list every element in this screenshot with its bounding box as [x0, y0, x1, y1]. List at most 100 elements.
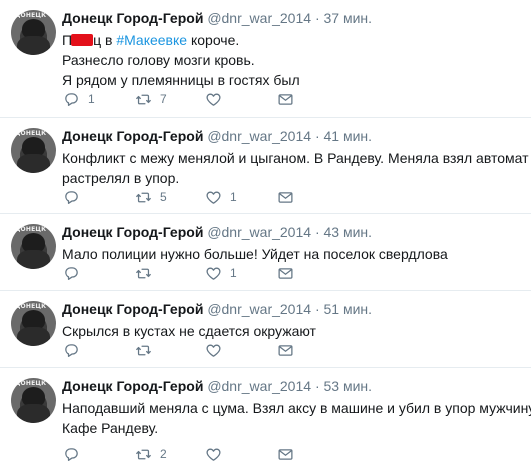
tweet-header: Донецк Город-Герой @dnr_war_2014 · 43 ми… — [62, 224, 372, 240]
author-name[interactable]: Донецк Город-Герой — [62, 301, 203, 317]
tweet-header: Донецк Город-Герой @dnr_war_2014 · 37 ми… — [62, 10, 372, 26]
avatar[interactable]: ДОНЕЦК — [11, 378, 56, 423]
tweet[interactable]: ДОНЕЦК Донецк Город-Герой @dnr_war_2014 … — [0, 291, 531, 368]
retweet-icon — [136, 268, 151, 278]
retweet-icon — [136, 449, 151, 459]
tweet-actions: 2 — [63, 446, 349, 462]
tweet-actions: 1 — [63, 265, 349, 281]
reply-icon — [65, 266, 78, 280]
author-handle[interactable]: @dnr_war_2014 — [207, 10, 311, 26]
reply-button[interactable] — [63, 342, 135, 358]
envelope-icon — [278, 344, 293, 356]
tweet-text: Наподавший меняла с цума. Взял аксу в ма… — [62, 398, 531, 438]
retweet-button[interactable] — [135, 265, 205, 281]
avatar-label: ДОНЕЦК — [15, 303, 47, 310]
tweet[interactable]: ДОНЕЦК Донецк Город-Герой @dnr_war_2014 … — [0, 118, 531, 214]
tweet-timestamp[interactable]: 41 мин. — [324, 128, 373, 144]
text-line: Конфликт с межу менялой и цыганом. В Ран… — [62, 150, 531, 166]
retweet-icon — [136, 345, 151, 355]
heart-icon — [206, 448, 221, 461]
like-button[interactable]: 1 — [205, 265, 277, 281]
reply-icon — [65, 343, 78, 357]
reply-button[interactable] — [63, 189, 135, 205]
retweet-button[interactable] — [135, 342, 205, 358]
reply-icon — [65, 190, 78, 204]
retweet-icon — [136, 192, 151, 202]
dm-button[interactable] — [277, 189, 349, 205]
retweet-count: 5 — [160, 190, 167, 204]
separator-dot: · — [314, 128, 320, 144]
text-fragment: короче. — [187, 32, 240, 48]
tweet-actions: 5 1 — [63, 189, 349, 205]
heart-icon — [206, 191, 221, 204]
redaction-mark — [71, 34, 94, 46]
text-line: Наподавший меняла с цума. Взял аксу в ма… — [62, 400, 531, 416]
tweet-timestamp[interactable]: 53 мин. — [324, 378, 373, 394]
envelope-icon — [278, 448, 293, 460]
retweet-count: 7 — [160, 92, 167, 106]
avatar-label: ДОНЕЦК — [15, 226, 47, 233]
avatar[interactable]: ДОНЕЦК — [11, 128, 56, 173]
text-line: Мало полиции нужно больше! Уйдет на посе… — [62, 246, 448, 262]
retweet-count: 2 — [160, 447, 167, 461]
tweet-text: Скрылся в кустах не сдается окружают — [62, 321, 522, 341]
envelope-icon — [278, 93, 293, 105]
tweet-actions: 1 7 — [63, 91, 349, 107]
avatar[interactable]: ДОНЕЦК — [11, 10, 56, 55]
author-name[interactable]: Донецк Город-Герой — [62, 224, 203, 240]
author-handle[interactable]: @dnr_war_2014 — [207, 224, 311, 240]
heart-icon — [206, 93, 221, 106]
separator-dot: · — [314, 378, 320, 394]
author-name[interactable]: Донецк Город-Герой — [62, 10, 203, 26]
retweet-button[interactable]: 5 — [135, 189, 205, 205]
tweet-header: Донецк Город-Герой @dnr_war_2014 · 53 ми… — [62, 378, 372, 394]
hashtag-link[interactable]: #Макеевке — [116, 32, 187, 48]
separator-dot: · — [314, 10, 320, 26]
heart-icon — [206, 344, 221, 357]
reply-button[interactable] — [63, 265, 135, 281]
author-handle[interactable]: @dnr_war_2014 — [207, 128, 311, 144]
tweet-timestamp[interactable]: 51 мин. — [324, 301, 373, 317]
retweet-button[interactable]: 7 — [135, 91, 205, 107]
avatar[interactable]: ДОНЕЦК — [11, 301, 56, 346]
tweet-text: Конфликт с межу менялой и цыганом. В Ран… — [62, 148, 531, 188]
like-button[interactable] — [205, 342, 277, 358]
tweet-timestamp[interactable]: 43 мин. — [324, 224, 373, 240]
reply-icon — [65, 447, 78, 461]
author-name[interactable]: Донецк Город-Герой — [62, 128, 203, 144]
author-name[interactable]: Донецк Город-Герой — [62, 378, 203, 394]
tweet[interactable]: ДОНЕЦК Донецк Город-Герой @dnr_war_2014 … — [0, 368, 531, 471]
like-button[interactable]: 1 — [205, 189, 277, 205]
tweet-header: Донецк Город-Герой @dnr_war_2014 · 51 ми… — [62, 301, 372, 317]
like-button[interactable] — [205, 446, 277, 462]
tweet[interactable]: ДОНЕЦК Донецк Город-Герой @dnr_war_2014 … — [0, 0, 531, 118]
envelope-icon — [278, 267, 293, 279]
reply-count: 1 — [88, 92, 95, 106]
author-handle[interactable]: @dnr_war_2014 — [207, 378, 311, 394]
heart-icon — [206, 267, 221, 280]
dm-button[interactable] — [277, 446, 349, 462]
reply-button[interactable] — [63, 446, 135, 462]
dm-button[interactable] — [277, 91, 349, 107]
reply-icon — [65, 92, 78, 106]
tweet-timestamp[interactable]: 37 мин. — [324, 10, 373, 26]
tweet[interactable]: ДОНЕЦК Донецк Город-Герой @dnr_war_2014 … — [0, 214, 531, 291]
text-line: Скрылся в кустах не сдается окружают — [62, 323, 316, 339]
retweet-button[interactable]: 2 — [135, 446, 205, 462]
text-line: растрелял в упор. — [62, 170, 180, 186]
dm-button[interactable] — [277, 265, 349, 281]
reply-button[interactable]: 1 — [63, 91, 135, 107]
retweet-icon — [136, 94, 151, 104]
avatar-label: ДОНЕЦК — [15, 12, 47, 19]
tweet-actions — [63, 342, 349, 358]
author-handle[interactable]: @dnr_war_2014 — [207, 301, 311, 317]
tweet-header: Донецк Город-Герой @dnr_war_2014 · 41 ми… — [62, 128, 372, 144]
text-line: Кафе Рандеву. — [62, 420, 159, 436]
like-count: 1 — [230, 266, 237, 280]
like-button[interactable] — [205, 91, 277, 107]
text-fragment: ц в — [93, 32, 117, 48]
text-line: Разнесло голову мозги кровь. — [62, 52, 255, 68]
dm-button[interactable] — [277, 342, 349, 358]
tweet-text: Пц в #Макеевке короче. Разнесло голову м… — [62, 30, 522, 90]
avatar[interactable]: ДОНЕЦК — [11, 224, 56, 269]
